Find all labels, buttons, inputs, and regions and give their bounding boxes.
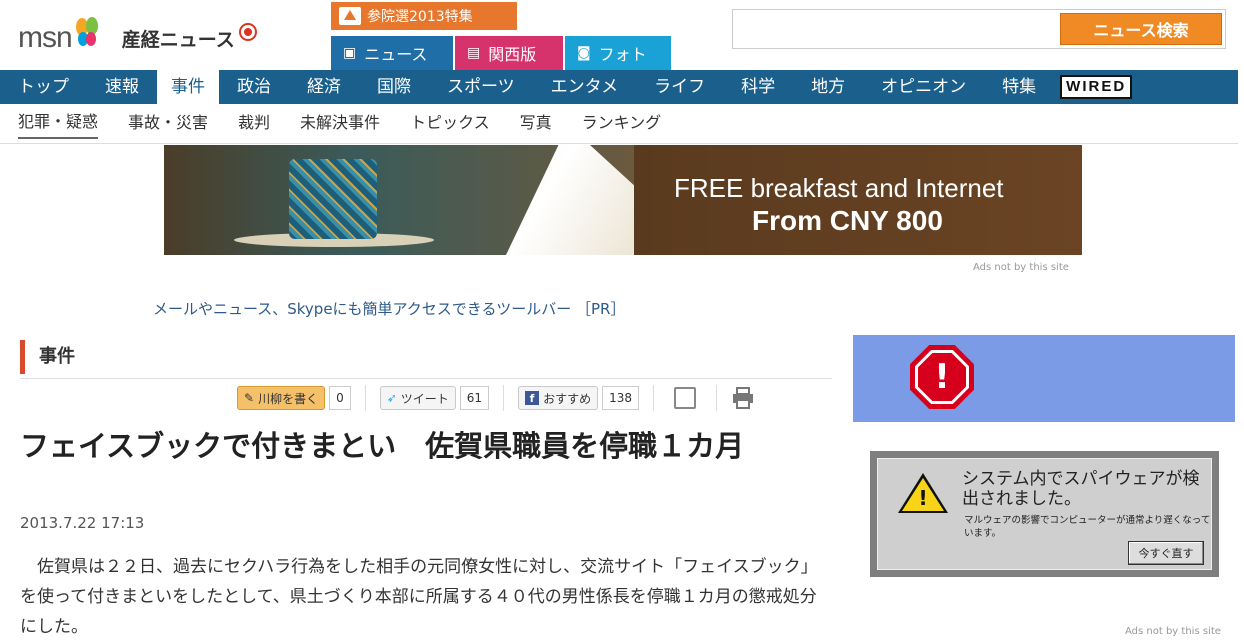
nav-item-features[interactable]: 特集 xyxy=(984,70,1054,104)
subnav-item-ranking[interactable]: ランキング xyxy=(582,110,662,138)
warning-panel: ! システム内でスパイウェアが検出されました。 マルウェアの影響でコンピューター… xyxy=(877,458,1212,570)
warning-subtitle: マルウェアの影響でコンピューターが通常より遅くなっています。 xyxy=(964,515,1211,539)
share-separator xyxy=(653,385,654,411)
banner-ad[interactable]: FREE breakfast and Internet From CNY 800 xyxy=(164,145,1082,255)
election-2013-banner[interactable]: 参院選2013特集 xyxy=(331,2,517,30)
subnav-item-crime[interactable]: 犯罪・疑惑 xyxy=(18,109,99,139)
share-bar: ✎ 川柳を書く 0 ➶ ツイート 61 f おすすめ 138 xyxy=(237,383,755,413)
camera-icon: ◙ xyxy=(577,45,591,61)
sidebar-ads-note: Ads not by this site xyxy=(1125,626,1221,637)
election-banner-label: 参院選2013特集 xyxy=(367,9,473,25)
nav-item-top[interactable]: トップ xyxy=(0,70,87,104)
subnav-item-accidents[interactable]: 事故・災害 xyxy=(128,110,208,138)
alert-symbol: ! xyxy=(918,353,966,401)
sankei-logo-text: 産経ニュース xyxy=(121,28,235,51)
recommend-count: 138 xyxy=(602,386,639,410)
search-form: ニュース検索 xyxy=(732,9,1226,49)
tab-kansai[interactable]: ▤ 関西版 xyxy=(455,36,563,70)
article-headline: フェイスブックで付きまとい 佐賀県職員を停職１カ月 xyxy=(20,429,745,463)
banner-ad-line2: From CNY 800 xyxy=(752,205,943,236)
facebook-recommend-button[interactable]: f おすすめ xyxy=(518,386,599,410)
facebook-icon: f xyxy=(525,391,540,405)
subnav-item-unsolved[interactable]: 未解決事件 xyxy=(300,110,380,138)
category-divider xyxy=(20,378,832,379)
tab-kansai-label: 関西版 xyxy=(488,45,537,64)
print-icon[interactable] xyxy=(731,387,755,409)
tab-photo[interactable]: ◙ フォト xyxy=(565,36,671,70)
sub-nav: 犯罪・疑惑 事故・災害 裁判 未解決事件 トピックス 写真 ランキング xyxy=(18,108,691,140)
spyware-warning-ad[interactable]: ! システム内でスパイウェアが検出されました。 マルウェアの影響でコンピューター… xyxy=(870,451,1219,577)
nav-item-politics[interactable]: 政治 xyxy=(219,70,289,104)
alert-ad-box[interactable]: ! xyxy=(853,335,1235,422)
warning-exclamation-icon: ! xyxy=(918,486,928,510)
nav-item-sports[interactable]: スポーツ xyxy=(429,70,533,104)
msn-butterfly-icon xyxy=(75,17,98,46)
tweet-button[interactable]: ➶ ツイート xyxy=(379,386,456,410)
nav-item-entertainment[interactable]: エンタメ xyxy=(533,70,637,104)
category-heading: 事件 xyxy=(20,340,810,374)
subnav-item-photos[interactable]: 写真 xyxy=(520,110,552,138)
sankei-eye-icon xyxy=(238,23,257,41)
wired-logo[interactable]: WIRED xyxy=(1060,75,1133,99)
nav-item-opinion[interactable]: オピニオン xyxy=(863,70,984,104)
site-logo[interactable]: msn 産経ニュース xyxy=(18,17,258,58)
nav-item-breaking[interactable]: 速報 xyxy=(87,70,157,104)
pencil-icon: ✎ xyxy=(244,391,255,405)
toolbar-ad-link[interactable]: メールやニュース、Skypeにも簡単アクセスできるツールバー ［PR］ xyxy=(153,298,625,319)
tab-news-label: ニュース xyxy=(364,45,428,64)
article-body: 佐賀県は２２日、過去にセクハラ行為をした相手の元同僚女性に対し、交流サイト「フェ… xyxy=(20,557,818,637)
subnav-item-trials[interactable]: 裁判 xyxy=(238,110,270,138)
share-separator xyxy=(716,385,717,411)
write-senryu-button[interactable]: ✎ 川柳を書く xyxy=(237,386,326,410)
nav-item-life[interactable]: ライフ xyxy=(636,70,723,104)
fix-now-button[interactable]: 今すぐ直す xyxy=(1128,541,1204,565)
nav-item-incidents[interactable]: 事件 xyxy=(157,70,219,104)
tab-photo-label: フォト xyxy=(598,45,647,64)
nav-item-economy[interactable]: 経済 xyxy=(289,70,359,104)
nav-item-world[interactable]: 国際 xyxy=(359,70,429,104)
stop-alert-icon: ! xyxy=(910,345,974,409)
share-separator xyxy=(503,385,505,411)
teacup-image xyxy=(289,159,377,239)
article-date: 2013.7.22 17:13 xyxy=(20,514,145,532)
document-icon: ▤ xyxy=(467,45,481,61)
share-separator xyxy=(364,385,366,411)
tab-news[interactable]: ▣ ニュース xyxy=(331,36,453,70)
subnav-item-topics[interactable]: トピックス xyxy=(410,110,490,138)
tweet-count: 61 xyxy=(459,386,490,410)
write-senryu-label: 川柳を書く xyxy=(258,391,319,406)
nav-item-regional[interactable]: 地方 xyxy=(793,70,863,104)
tablet-icon: ▣ xyxy=(343,45,357,61)
bookmark-icon[interactable] xyxy=(674,387,696,409)
banner-ads-note: Ads not by this site xyxy=(973,262,1069,273)
search-input[interactable] xyxy=(737,14,1059,46)
news-search-button[interactable]: ニュース検索 xyxy=(1060,13,1222,45)
subnav-divider xyxy=(0,143,1238,144)
ballot-icon xyxy=(339,7,361,25)
twitter-bird-icon: ➶ xyxy=(386,391,397,405)
senryu-count: 0 xyxy=(329,386,351,410)
main-nav: トップ 速報 事件 政治 経済 国際 スポーツ エンタメ ライフ 科学 地方 オ… xyxy=(0,70,1238,104)
msn-logo-text: msn xyxy=(18,21,73,54)
recommend-label: おすすめ xyxy=(543,391,592,406)
nav-item-science[interactable]: 科学 xyxy=(723,70,793,104)
warning-title: システム内でスパイウェアが検出されました。 xyxy=(962,469,1200,509)
banner-ad-line1: FREE breakfast and Internet xyxy=(674,173,1004,203)
tweet-label: ツイート xyxy=(400,391,449,406)
stop-alert-ring: ! xyxy=(915,350,969,404)
